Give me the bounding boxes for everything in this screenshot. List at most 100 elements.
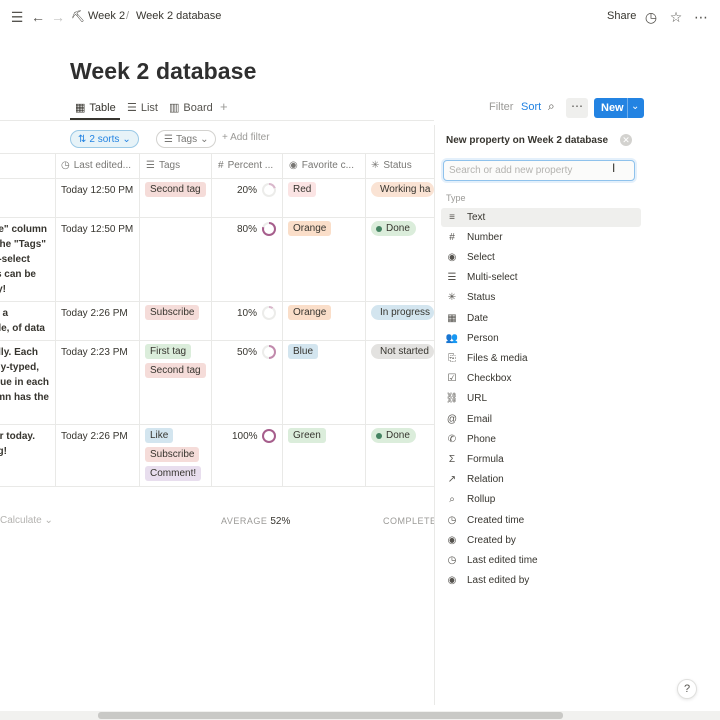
- property-type-person[interactable]: 👥 Person: [441, 329, 641, 348]
- star-icon[interactable]: ☆: [668, 9, 684, 25]
- tab-list[interactable]: ☰ List: [127, 101, 158, 115]
- status-icon: ✳: [371, 160, 380, 171]
- filter-button[interactable]: Filter: [489, 101, 513, 113]
- property-type-url[interactable]: ⛓ URL: [441, 389, 641, 408]
- property-type-last-edited-by[interactable]: ◉ Last edited by: [441, 571, 641, 590]
- property-type-formula[interactable]: Σ Formula: [441, 450, 641, 469]
- phone-icon: ✆: [447, 434, 457, 445]
- new-button[interactable]: New ⌄: [594, 98, 644, 118]
- add-view-icon[interactable]: +: [220, 99, 228, 114]
- close-icon[interactable]: ✕: [620, 134, 632, 146]
- clock-icon[interactable]: ◷: [643, 9, 659, 25]
- tag-chip: Second tag: [145, 182, 206, 197]
- back-arrow-icon[interactable]: ←: [30, 9, 46, 25]
- property-type-checkbox[interactable]: ☑ Checkbox: [441, 369, 641, 388]
- column-header-label: Last edited...: [73, 160, 131, 171]
- property-type-label: Rollup: [467, 494, 496, 505]
- tag-chip: Subscribe: [145, 447, 200, 462]
- favorite-color-chip: Orange: [288, 221, 332, 236]
- property-type-label: URL: [467, 393, 488, 404]
- column-divider: [55, 153, 56, 487]
- plus-icon: +: [222, 132, 231, 143]
- rollup-icon: ⌕: [449, 494, 455, 505]
- property-type-created-time[interactable]: ◷ Created time: [441, 511, 641, 530]
- add-filter-button[interactable]: + Add filter: [222, 132, 270, 143]
- average-calculation[interactable]: AVERAGE 52%: [221, 516, 290, 527]
- property-type-email[interactable]: @ Email: [441, 410, 641, 429]
- breadcrumb-root[interactable]: Week 2: [88, 10, 125, 22]
- row-divider: [0, 340, 434, 341]
- tab-table[interactable]: ▦ Table: [75, 101, 116, 115]
- property-type-label: Person: [467, 333, 499, 344]
- property-type-text[interactable]: ≡ Text: [441, 208, 641, 227]
- property-type-rollup[interactable]: ⌕ Rollup: [441, 490, 641, 509]
- property-type-date[interactable]: ▦ Date: [441, 309, 641, 328]
- text-cursor-icon: I: [612, 161, 616, 175]
- chevron-down-icon[interactable]: ⌄: [631, 101, 639, 112]
- sort-button[interactable]: Sort: [521, 101, 541, 113]
- last-edited-by-icon: ◉: [447, 575, 457, 586]
- tags-filter-pill[interactable]: ☰ Tags ⌄: [156, 130, 217, 148]
- share-button[interactable]: Share: [607, 10, 636, 22]
- created-time-icon: ◷: [447, 515, 457, 526]
- property-type-last-edited-time[interactable]: ◷ Last edited time: [441, 551, 641, 570]
- horizontal-scrollbar-thumb[interactable]: [98, 712, 563, 719]
- property-type-select[interactable]: ◉ Select: [441, 248, 641, 267]
- property-type-number[interactable]: # Number: [441, 228, 641, 247]
- complete-label: COMPLETE: [383, 516, 434, 526]
- column-header-favorite-color[interactable]: ◉ Favorite c...: [289, 153, 364, 178]
- view-more-button[interactable]: ⋯: [566, 98, 588, 118]
- menu-icon[interactable]: ☰: [9, 9, 25, 25]
- progress-ring: [262, 222, 276, 236]
- column-header-status[interactable]: ✳ Status: [371, 153, 433, 178]
- sorts-pill[interactable]: ⇅ 2 sorts ⌄: [70, 130, 139, 148]
- help-button[interactable]: ?: [677, 679, 697, 699]
- multi-select-icon: ☰: [146, 160, 155, 171]
- property-type-files-media[interactable]: ⎘ Files & media: [441, 349, 641, 368]
- property-type-label: Status: [467, 292, 496, 303]
- property-type-label: Created by: [467, 535, 516, 546]
- property-type-created-by[interactable]: ◉ Created by: [441, 531, 641, 550]
- column-header-tags[interactable]: ☰ Tags: [146, 153, 210, 178]
- forward-arrow-icon[interactable]: →: [50, 9, 66, 25]
- name-fragment: a: [2, 308, 8, 319]
- property-type-label: Files & media: [467, 353, 528, 364]
- more-icon[interactable]: ⋯: [693, 9, 709, 25]
- calculate-button[interactable]: Calculate ⌄: [0, 515, 53, 526]
- page-title[interactable]: Week 2 database: [70, 58, 256, 85]
- panel-title: New property on Week 2 database: [446, 135, 609, 146]
- sort-arrows-icon: ⇅: [78, 133, 87, 145]
- average-value: 52%: [270, 516, 291, 527]
- name-fragment: y-typed,: [0, 362, 39, 373]
- favorite-color-chip: Red: [288, 182, 317, 197]
- property-type-status[interactable]: ✳ Status: [441, 288, 641, 307]
- at-icon: @: [446, 414, 458, 425]
- property-type-label: Last edited by: [467, 575, 530, 586]
- last-edited-cell: Today 2:26 PM: [61, 308, 128, 319]
- breadcrumb-page[interactable]: Week 2 database: [136, 10, 221, 22]
- property-type-phone[interactable]: ✆ Phone: [441, 430, 641, 449]
- row-divider: [0, 301, 434, 302]
- column-header-last-edited[interactable]: ◷ Last edited...: [61, 153, 139, 178]
- progress-ring: [262, 183, 276, 197]
- property-type-label: Select: [467, 252, 495, 263]
- add-filter-label: Add filter: [230, 132, 270, 143]
- tab-board[interactable]: ▥ Board: [169, 101, 213, 115]
- number-icon: #: [218, 160, 224, 171]
- last-edited-cell: Today 12:50 PM: [61, 185, 134, 196]
- date-icon: ▦: [447, 313, 457, 324]
- status-label: Working ha: [380, 184, 431, 195]
- favorite-color-chip: Green: [288, 428, 326, 443]
- name-fragment: lue in each: [0, 377, 49, 388]
- property-search-input[interactable]: [443, 160, 635, 181]
- property-type-relation[interactable]: ↗ Relation: [441, 470, 641, 489]
- type-section-label: Type: [446, 193, 466, 203]
- complete-calculation[interactable]: COMPLETE 40: [383, 516, 434, 527]
- property-type-multi-select[interactable]: ☰ Multi-select: [441, 268, 641, 287]
- person-icon: 👥: [445, 333, 459, 344]
- property-type-label: Created time: [467, 515, 525, 526]
- search-icon[interactable]: ⌕: [548, 99, 555, 114]
- name-fragment: g!: [0, 446, 7, 457]
- column-header-percent[interactable]: # Percent ...: [218, 153, 282, 178]
- column-divider: [365, 153, 366, 487]
